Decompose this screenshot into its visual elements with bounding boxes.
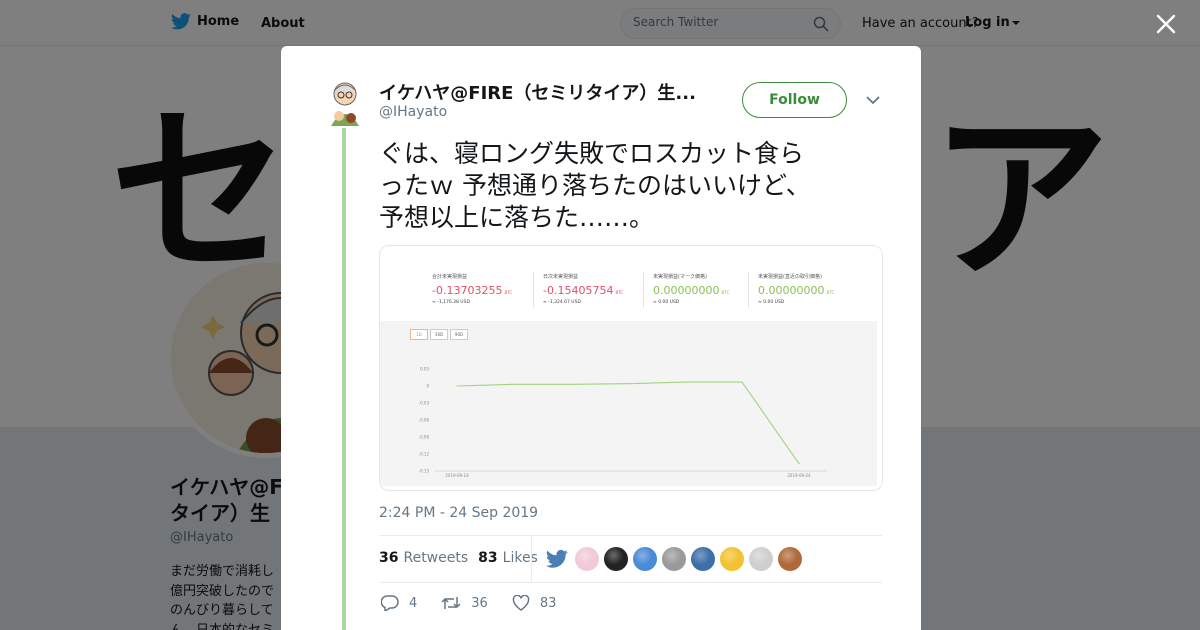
- stat-divider: [533, 272, 534, 308]
- pnl-chart-panel: 1D 30D 90D 0.03 0 -0.03 -0.06 -0.09 -0.12 -0.15 2…: [380, 321, 877, 486]
- pnl-line-chart: 0.03 0 -0.03 -0.06 -0.09 -0.12 -0.15 2019-09-18…: [419, 367, 827, 478]
- stat-divider: [748, 272, 749, 308]
- retweet-count: 36: [471, 595, 488, 611]
- liker-avatars: [546, 547, 807, 571]
- tweet-text: ぐは、寝ロング失敗でロスカット食ら ったｗ 予想通り落ちたのはいいけど、 予想以…: [379, 138, 869, 234]
- pnl-stat-sub: ≈ -1,176.38 USD: [432, 300, 470, 305]
- pnl-stat-value: 0.00000000 BTC: [758, 284, 868, 297]
- pnl-stat: 未実現損益(直近の取引価格) 0.00000000 BTC ≈ 0.00 USD: [758, 273, 868, 305]
- logo-avatar-icon[interactable]: [691, 547, 715, 571]
- pnl-stat-unit: BTC: [504, 290, 513, 295]
- pnl-stat-value: 0.00000000 BTC: [653, 284, 763, 297]
- pnl-stat-label: 日次未実現損益: [543, 274, 579, 280]
- pnl-stat-sub: ≈ 0.00 USD: [758, 300, 785, 305]
- pnl-series-line: [456, 381, 800, 464]
- pnl-data-point: [513, 383, 515, 385]
- divider: [531, 536, 532, 583]
- pnl-stat-label: 未実現損益(直近の取引価格): [758, 274, 822, 280]
- heart-icon: [512, 595, 530, 611]
- divider: [379, 535, 882, 536]
- pnl-stat-number: -0.13703255: [432, 284, 503, 297]
- pnl-data-point: [456, 385, 458, 387]
- stat-divider: [643, 272, 644, 308]
- pnl-stat: 合計未実現損益 -0.13703255 BTC ≈ -1,176.38 USD: [432, 273, 542, 305]
- follow-button[interactable]: Follow: [742, 82, 847, 118]
- likes-label: Likes: [502, 550, 538, 566]
- y-tick-label: -0.09: [419, 435, 430, 440]
- tweet-text-line: ったｗ 予想通り落ちたのはいいけど、: [379, 171, 811, 200]
- likes-count: 83: [478, 550, 498, 566]
- tweet-timestamp[interactable]: 2:24 PM - 24 Sep 2019: [379, 505, 538, 521]
- retweet-icon: [441, 597, 461, 609]
- landscape-avatar-icon[interactable]: [633, 547, 657, 571]
- pnl-stat: 日次未実現損益 -0.15405754 BTC ≈ -1,324.67 USD: [543, 273, 653, 305]
- x-tick-label: 2019-09-24: [787, 473, 811, 478]
- thread-line: [342, 128, 346, 630]
- pnl-stat-label: 合計未実現損益: [432, 274, 468, 280]
- pnl-stat-number: 0.00000000: [653, 284, 720, 297]
- pnl-stat: 未実現損益(マーク価格) 0.00000000 BTC ≈ 0.00 USD: [653, 273, 763, 305]
- author-display-name[interactable]: イケハヤ@FIRE（セミリタイア）生...: [379, 79, 699, 105]
- x-tick-label: 2019-09-18: [445, 473, 469, 478]
- y-tick-label: -0.12: [419, 452, 430, 457]
- y-tick-label: -0.06: [419, 418, 430, 423]
- pnl-stat-unit: BTC: [826, 290, 835, 295]
- divider: [379, 582, 882, 583]
- chevron-down-icon[interactable]: [865, 94, 881, 106]
- y-tick-label: -0.15: [419, 469, 430, 474]
- bird-liker-icon[interactable]: [546, 548, 568, 570]
- anime-avatar-icon[interactable]: [575, 547, 599, 571]
- like-button[interactable]: 83: [512, 595, 557, 611]
- retweets-count: 36: [379, 550, 399, 566]
- cat-avatar-icon[interactable]: [662, 547, 686, 571]
- tweet-text-line: ぐは、寝ロング失敗でロスカット食ら: [379, 139, 805, 168]
- pnl-stat-unit: BTC: [615, 290, 624, 295]
- retweets-label: Retweets: [403, 550, 469, 566]
- pnl-stat-sub: ≈ 0.00 USD: [653, 300, 680, 305]
- y-tick-label: -0.03: [419, 401, 430, 406]
- pnl-data-point: [798, 463, 800, 465]
- reply-button[interactable]: 4: [381, 595, 417, 611]
- dog-avatar-icon[interactable]: [749, 547, 773, 571]
- dark-avatar-icon[interactable]: [604, 547, 628, 571]
- reply-icon: [381, 595, 399, 611]
- pnl-stat-value: -0.15405754 BTC: [543, 284, 653, 297]
- smiley-avatar-icon[interactable]: [720, 547, 744, 571]
- like-count: 83: [539, 595, 557, 611]
- tweet-media-image[interactable]: 合計未実現損益 -0.13703255 BTC ≈ -1,176.38 USD 日次未実…: [379, 245, 883, 491]
- pnl-data-point: [627, 383, 629, 385]
- y-tick-label: 0.03: [420, 367, 429, 372]
- pnl-stat-number: -0.15405754: [543, 284, 614, 297]
- tweet-text-line: 予想以上に落ちた……。: [379, 203, 655, 232]
- engagement-counts: 36 Retweets 83 Likes: [379, 550, 548, 566]
- close-icon[interactable]: [1154, 12, 1178, 36]
- pnl-data-point: [684, 381, 686, 383]
- retweet-button[interactable]: 36: [441, 595, 488, 611]
- retweets-count-link[interactable]: 36 Retweets: [379, 550, 468, 566]
- tweet-actions: 4 36 83: [381, 595, 580, 611]
- pnl-data-point: [570, 383, 572, 385]
- pnl-stat-unit: BTC: [721, 290, 730, 295]
- pnl-stat-label: 未実現損益(マーク価格): [653, 274, 707, 280]
- pnl-stat-sub: ≈ -1,324.67 USD: [543, 300, 581, 305]
- pnl-data-point: [741, 381, 743, 383]
- person-avatar-icon[interactable]: [778, 547, 802, 571]
- author-avatar[interactable]: [325, 78, 365, 126]
- y-tick-label: 0: [426, 384, 429, 389]
- pnl-stat-value: -0.13703255 BTC: [432, 284, 542, 297]
- pnl-stat-number: 0.00000000: [758, 284, 825, 297]
- author-handle[interactable]: @IHayato: [379, 104, 447, 120]
- likes-count-link[interactable]: 83 Likes: [478, 550, 538, 566]
- reply-count: 4: [409, 595, 418, 611]
- tweet-modal: イケハヤ@FIRE（セミリタイア）生... @IHayato Follow ぐは…: [281, 46, 921, 630]
